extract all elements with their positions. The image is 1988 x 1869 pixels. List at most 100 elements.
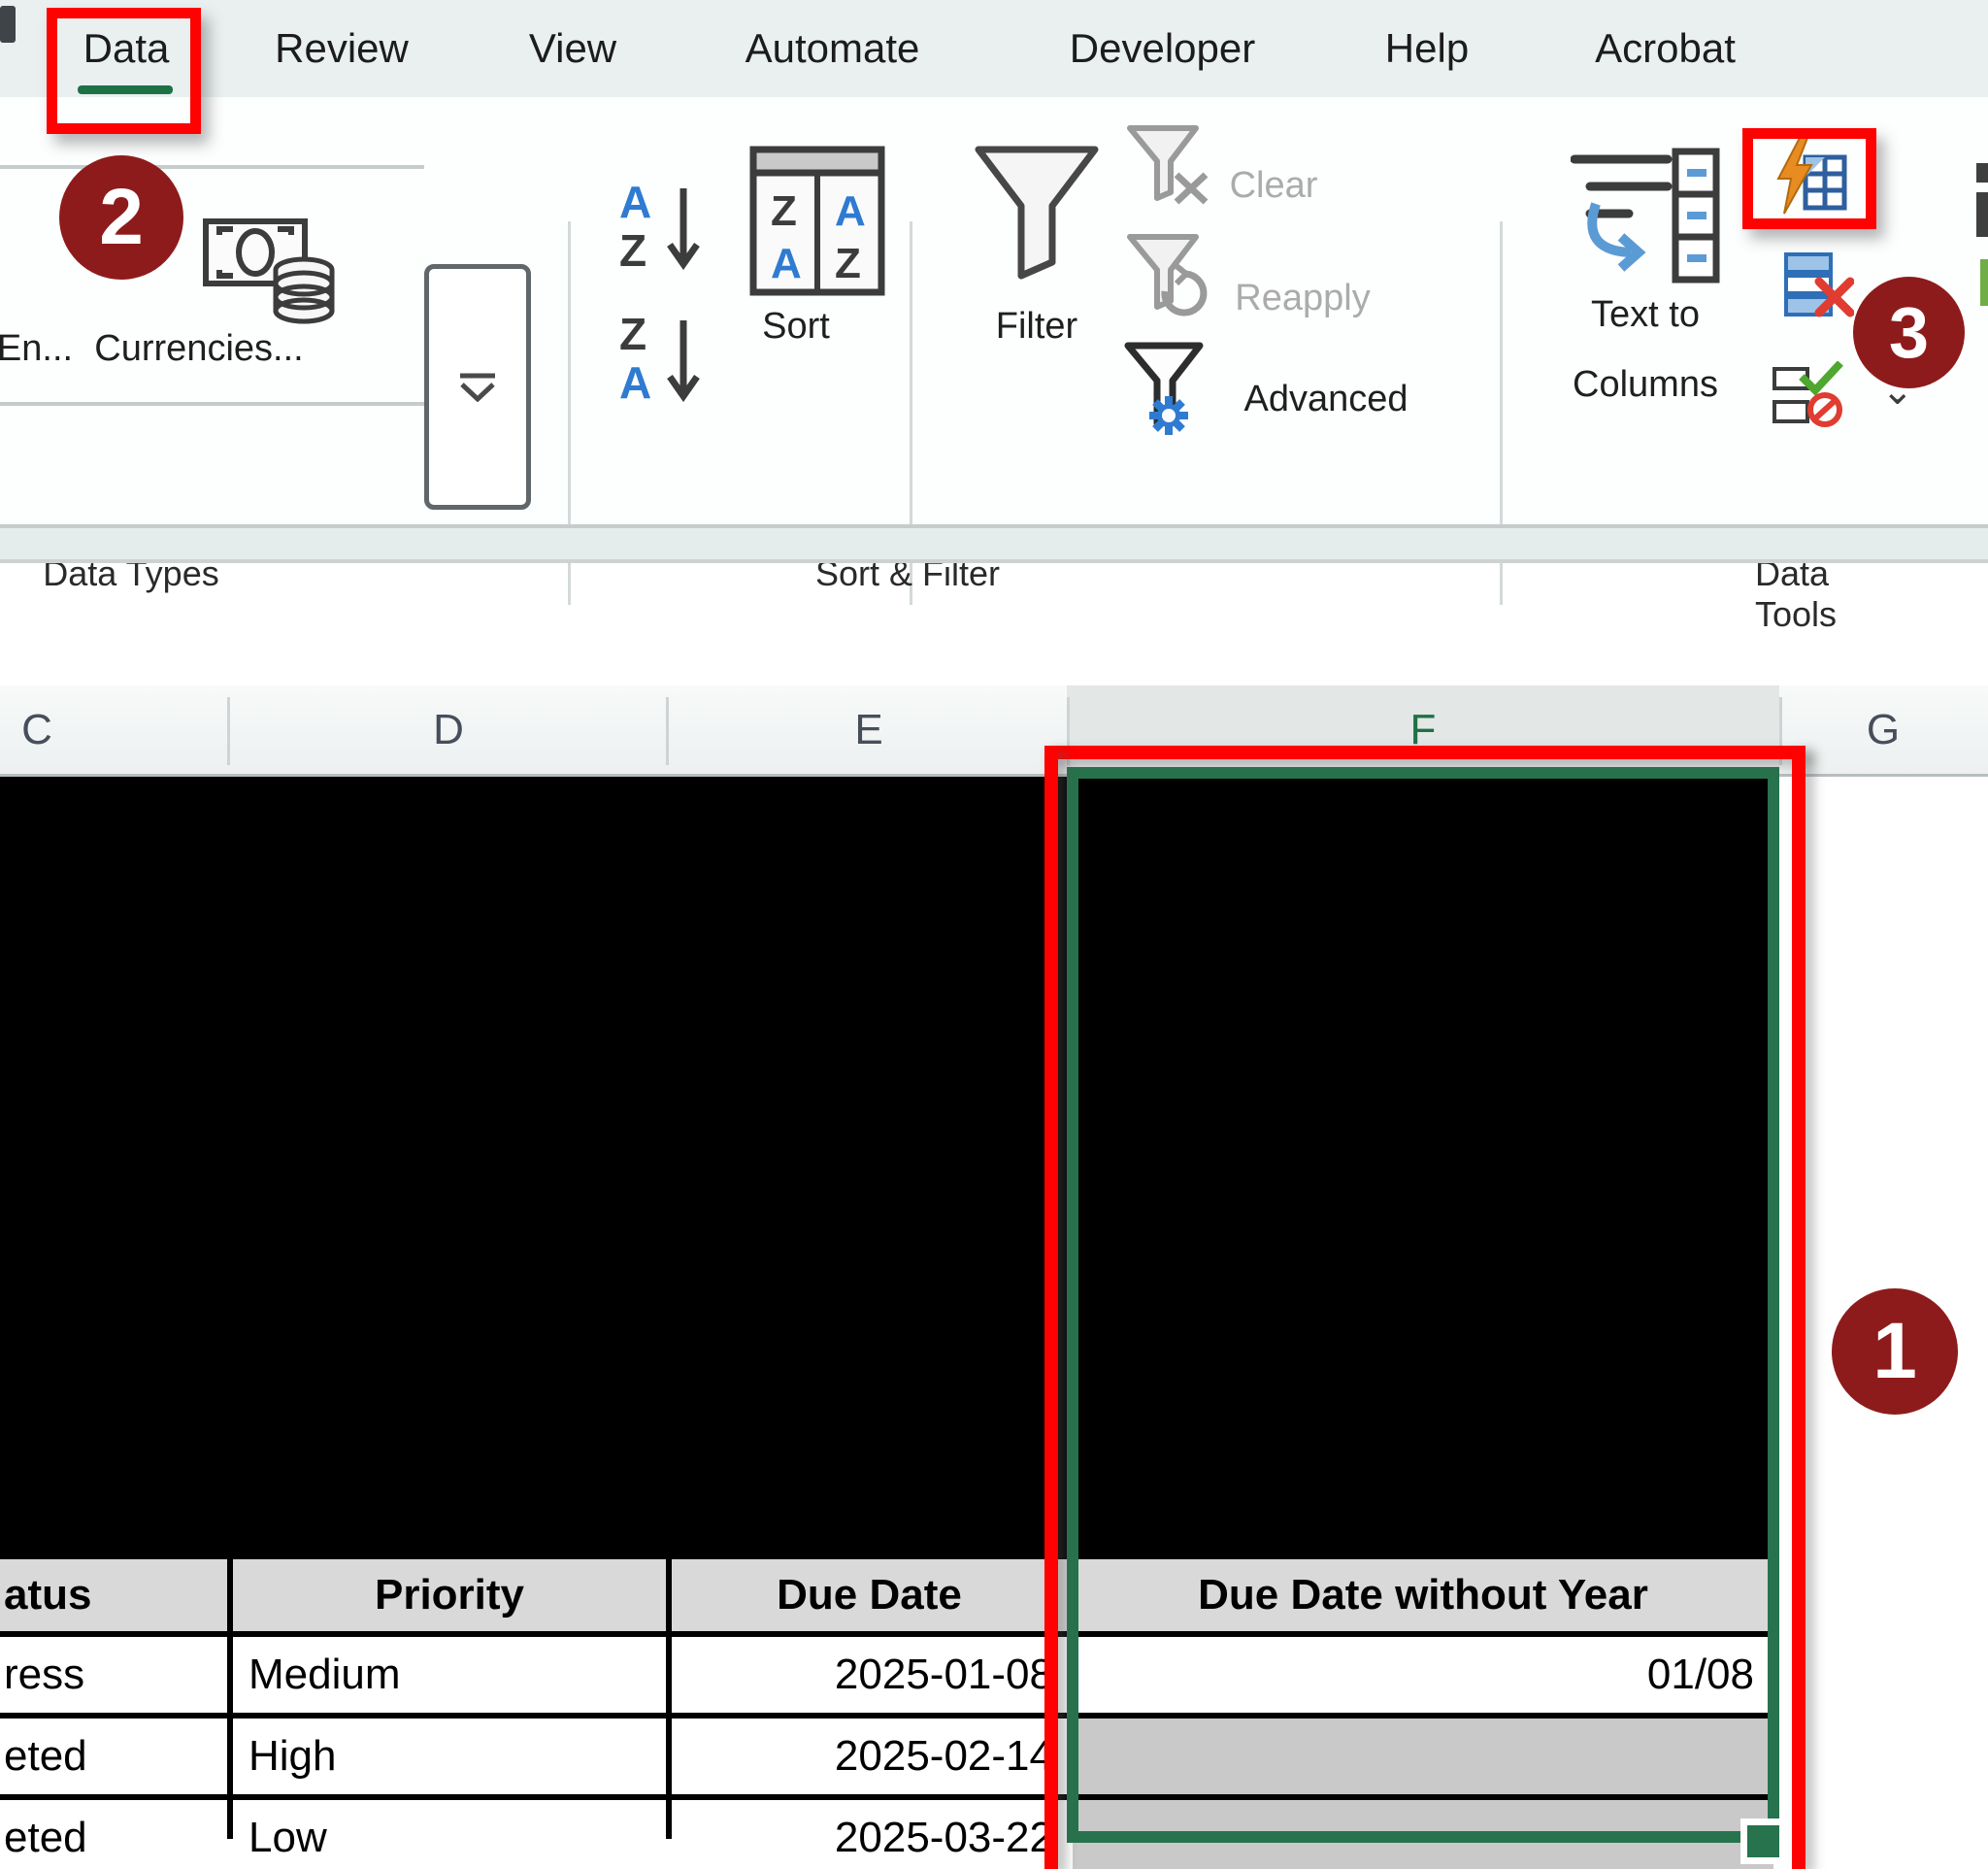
tab-developer[interactable]: Developer: [1024, 0, 1301, 97]
cell-due-no-year[interactable]: [1073, 1719, 1773, 1794]
sort-descending-icon[interactable]: Z A: [619, 309, 703, 417]
clipped-icon-fragment: [1976, 192, 1988, 237]
tab-help-label: Help: [1385, 25, 1469, 72]
data-types-gallery-dropdown[interactable]: [424, 264, 531, 510]
clipped-icon-fragment: [1976, 163, 1988, 183]
step-3-number: 3: [1889, 291, 1929, 374]
column-heading-d[interactable]: D: [381, 685, 516, 774]
chevron-down-with-bar-icon: [458, 373, 497, 402]
ribbon-tab-row: Data Review View Automate Developer Help…: [0, 0, 1988, 97]
reapply-filter-label[interactable]: Reapply: [1235, 278, 1370, 319]
cell-status[interactable]: eted: [0, 1800, 227, 1869]
sort-ascending-icon[interactable]: A Z: [619, 177, 703, 284]
column-heading-e[interactable]: E: [801, 685, 937, 774]
sort-dialog-icon: Z A A Z: [749, 146, 885, 296]
cell-status[interactable]: ress: [0, 1637, 227, 1713]
data-validation-icon: [1773, 361, 1846, 429]
tab-view-label: View: [529, 25, 616, 72]
column-heading-g[interactable]: G: [1815, 685, 1951, 774]
data-validation-button[interactable]: [1773, 361, 1846, 434]
ribbon-body: En... Currencies...: [0, 97, 1988, 524]
tab-acrobat[interactable]: Acrobat: [1561, 0, 1770, 97]
tab-acrobat-label: Acrobat: [1595, 25, 1736, 72]
cell-priority[interactable]: Medium: [233, 1637, 666, 1713]
selection-border-top: [1067, 767, 1779, 779]
reapply-filter-button[interactable]: [1126, 233, 1213, 325]
fill-handle[interactable]: [1747, 1825, 1779, 1857]
header-priority[interactable]: Priority: [233, 1559, 666, 1631]
annotation-box-column-f-left: [1044, 746, 1058, 1869]
tab-review-label: Review: [275, 25, 409, 72]
table-grid: atus Priority Due Date Due Date without …: [0, 777, 1779, 1839]
column-divider: [227, 697, 230, 765]
cell-priority[interactable]: Low: [233, 1800, 666, 1869]
column-headings-row: C D E F G: [0, 685, 1988, 777]
header-due-date-without-year[interactable]: Due Date without Year: [1073, 1559, 1773, 1631]
clear-filter-button[interactable]: [1126, 124, 1213, 211]
currencies-label: Currencies...: [94, 328, 303, 369]
gallery-top-border: [0, 165, 424, 169]
data-type-currencies-item[interactable]: Currencies...: [94, 328, 303, 370]
text-to-columns-button[interactable]: [1571, 148, 1721, 293]
column-heading-c[interactable]: C: [8, 685, 66, 774]
column-heading-f[interactable]: F: [1355, 685, 1491, 774]
active-cell-due-no-year[interactable]: 01/08: [1073, 1637, 1773, 1713]
annotation-box-column-f-right: [1792, 746, 1806, 1869]
clear-filter-label[interactable]: Clear: [1230, 165, 1318, 207]
annotation-box-flash-fill: [1742, 128, 1876, 229]
advanced-filter-icon: [1124, 342, 1217, 439]
clipped-icon-fragment: [1980, 259, 1988, 306]
ribbon-bottom-strip: [0, 524, 1988, 563]
step-circle-1: 1: [1832, 1288, 1958, 1415]
cell-due-date[interactable]: 2025-01-08: [672, 1637, 1067, 1713]
cell-due-date[interactable]: 2025-02-14: [672, 1719, 1067, 1794]
text-to-columns-icon: [1571, 148, 1721, 288]
tab-view[interactable]: View: [505, 0, 641, 97]
step-circle-3: 3: [1853, 277, 1965, 388]
tab-help[interactable]: Help: [1359, 0, 1495, 97]
advanced-filter-button[interactable]: [1124, 342, 1217, 444]
clear-filter-icon: [1126, 124, 1213, 206]
energy-label: En...: [0, 328, 73, 369]
svg-text:Z: Z: [619, 225, 646, 276]
svg-text:A: A: [835, 187, 866, 235]
advanced-filter-label[interactable]: Advanced: [1243, 379, 1408, 420]
selection-border-right: [1768, 767, 1779, 1823]
annotation-box-column-f-top: [1044, 746, 1806, 759]
cell-priority[interactable]: High: [233, 1719, 666, 1794]
gallery-bottom-border: [0, 402, 424, 406]
group-label-data-tools: Data Tools: [1755, 553, 1910, 635]
tab-review[interactable]: Review: [254, 0, 429, 97]
svg-text:Z: Z: [835, 240, 861, 287]
step-1-number: 1: [1872, 1306, 1917, 1397]
cell-status[interactable]: eted: [0, 1719, 227, 1794]
svg-text:A: A: [619, 177, 651, 227]
currencies-icon: [202, 216, 338, 332]
remove-duplicates-button[interactable]: [1784, 252, 1854, 327]
header-status[interactable]: atus: [0, 1559, 227, 1631]
sort-button[interactable]: Z A A Z: [749, 146, 885, 301]
cell-due-date[interactable]: 2025-03-22: [672, 1800, 1067, 1869]
filter-button-label[interactable]: Filter: [996, 306, 1077, 348]
step-circle-2: 2: [59, 155, 183, 280]
filter-funnel-icon: [973, 144, 1101, 291]
sort-button-label[interactable]: Sort: [762, 306, 830, 348]
header-due-date[interactable]: Due Date: [672, 1559, 1067, 1631]
filter-button[interactable]: [973, 144, 1101, 296]
tab-developer-label: Developer: [1070, 25, 1255, 72]
excel-window: Data Review View Automate Developer Help…: [0, 0, 1988, 1869]
tab-automate-label: Automate: [746, 25, 920, 72]
selection-border-left: [1067, 767, 1078, 1843]
svg-text:Z: Z: [619, 309, 646, 359]
column-divider: [666, 697, 669, 765]
window-edge-fragment: [0, 6, 16, 43]
data-type-energy-item[interactable]: En...: [0, 328, 73, 370]
text-to-columns-label-line2[interactable]: Columns: [1573, 364, 1718, 406]
step-2-number: 2: [99, 172, 144, 263]
tab-automate[interactable]: Automate: [709, 0, 956, 97]
annotation-box-data-tab: [47, 8, 201, 134]
svg-text:A: A: [771, 240, 802, 287]
svg-text:Z: Z: [771, 187, 797, 235]
remove-duplicates-icon: [1784, 252, 1854, 322]
text-to-columns-label-line1[interactable]: Text to: [1591, 294, 1700, 336]
